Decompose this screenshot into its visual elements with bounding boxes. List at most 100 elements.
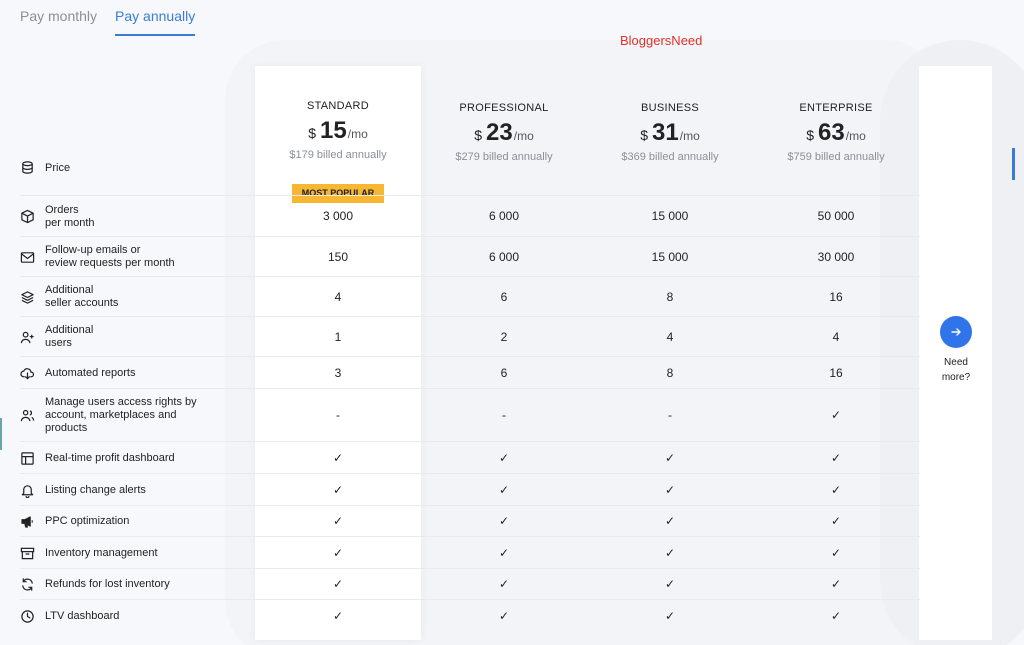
- plan-price: $ 31 /mo: [587, 119, 753, 147]
- box-icon: [21, 209, 34, 224]
- need-more-line: Need: [944, 357, 968, 368]
- megaphone-icon: [21, 516, 33, 528]
- table-cell: 15 000: [651, 209, 689, 223]
- table-cell: 16: [829, 366, 843, 380]
- billed-annually-text: $759 billed annually: [787, 151, 885, 163]
- price-amount: 31: [652, 119, 679, 146]
- feature-label-text: Manage users access rights by account, ma…: [45, 396, 197, 435]
- need-more-button[interactable]: [940, 316, 972, 348]
- table-cell: ✓: [830, 609, 842, 623]
- currency-symbol: $: [308, 125, 317, 141]
- table-cell: 30 000: [817, 250, 855, 264]
- feature-label: Listing change alerts: [20, 474, 146, 506]
- table-row: Follow-up emails or review requests per m…: [20, 236, 920, 276]
- price-period: /mo: [679, 129, 700, 143]
- billed-annually-text: $179 billed annually: [289, 149, 387, 161]
- table-cell: 3 000: [322, 209, 354, 223]
- table-cell: ✓: [498, 577, 510, 591]
- feature-label: Real-time profit dashboard: [20, 442, 175, 474]
- table-cell: ✓: [498, 609, 510, 623]
- feature-label-line: Manage users access rights by: [45, 396, 197, 408]
- bell-icon: [21, 484, 34, 498]
- table-cell: 50 000: [817, 209, 855, 223]
- table-cell: 15 000: [651, 250, 689, 264]
- feature-label-line: Additional: [45, 324, 94, 336]
- scroll-indicator[interactable]: [1012, 148, 1015, 180]
- watermark: BloggersNeed: [620, 33, 703, 48]
- plan-name: BUSINESS: [640, 102, 700, 114]
- table-cell: 1: [334, 330, 342, 344]
- feature-label: Inventory management: [20, 537, 158, 569]
- price-period: /mo: [347, 127, 368, 141]
- table-cell: ✓: [664, 577, 676, 591]
- table-cell: 6 000: [488, 209, 520, 223]
- table-cell: -: [502, 408, 506, 422]
- feature-label-line: LTV dashboard: [45, 609, 120, 622]
- table-cell: -: [336, 408, 340, 422]
- layers-icon: [21, 290, 34, 304]
- table-cell: ✓: [332, 451, 344, 465]
- feature-label-line: Additional: [45, 284, 94, 296]
- table-cell: 3: [334, 366, 342, 380]
- tab-pay-monthly[interactable]: Pay monthly: [20, 0, 97, 36]
- table-cell: ✓: [498, 483, 510, 497]
- price-label: Price: [45, 161, 71, 174]
- table-cell: ✓: [332, 546, 344, 560]
- table-cell: ✓: [830, 577, 842, 591]
- feature-label-line: Automated reports: [45, 366, 136, 379]
- need-more-line: more?: [941, 372, 971, 383]
- table-cell: 8: [666, 290, 674, 304]
- billed-annually-text: $369 billed annually: [621, 151, 719, 163]
- table-cell: ✓: [332, 483, 344, 497]
- table-row: Real-time profit dashboard ✓ ✓ ✓ ✓: [20, 441, 920, 473]
- table-cell: 4: [334, 290, 342, 304]
- table-row: LTV dashboard ✓ ✓ ✓ ✓: [20, 599, 920, 631]
- feature-label: Orders per month: [20, 196, 95, 237]
- price-period: /mo: [513, 129, 534, 143]
- feature-label-line: seller accounts: [45, 297, 119, 309]
- table-cell: ✓: [332, 609, 344, 623]
- feature-label-line: Orders: [45, 203, 79, 216]
- table-cell: -: [668, 408, 672, 422]
- feature-label-text: Inventory management: [45, 547, 158, 560]
- dashboard-icon: [21, 451, 34, 465]
- feature-label-text: Additional users: [45, 324, 93, 350]
- feature-label-text: Refunds for lost inventory: [45, 578, 170, 591]
- feature-label-line: Refunds for lost inventory: [45, 578, 170, 590]
- archive-icon: [20, 547, 35, 559]
- feature-label: LTV dashboard: [20, 600, 119, 632]
- tab-pay-annually[interactable]: Pay annually: [115, 0, 196, 36]
- price-amount: 15: [320, 117, 347, 144]
- coins-icon: [22, 161, 33, 174]
- feature-label-line: PPC optimization: [45, 515, 130, 527]
- feature-label-line: Follow-up emails or: [45, 244, 141, 256]
- table-row: Orders per month 3 000 6 000 15 000 50 000: [20, 195, 920, 236]
- feature-label: Follow-up emails or review requests per m…: [20, 237, 175, 277]
- currency-symbol: $: [640, 127, 649, 143]
- billed-annually-text: $279 billed annually: [455, 151, 553, 163]
- feature-label: PPC optimization: [20, 506, 129, 537]
- table-cell: 6 000: [488, 250, 520, 264]
- feature-label-line: Inventory management: [45, 546, 158, 559]
- arrow-right-icon: [951, 328, 961, 336]
- table-cell: 150: [327, 250, 349, 264]
- cloud-download-icon: [20, 367, 35, 380]
- price-row-label: Price: [20, 160, 70, 175]
- table-cell: ✓: [664, 609, 676, 623]
- table-cell: ✓: [664, 514, 676, 528]
- table-row: Automated reports 3 6 8 16: [20, 356, 920, 388]
- table-cell: ✓: [830, 514, 842, 528]
- billing-tabs: Pay monthly Pay annually: [20, 0, 196, 36]
- table-cell: ✓: [664, 483, 676, 497]
- table-cell: ✓: [498, 451, 510, 465]
- table-cell: 2: [500, 330, 508, 344]
- plan-price: $ 23 /mo: [421, 119, 587, 147]
- table-row: Manage users access rights by account, ma…: [20, 388, 920, 441]
- feature-label-line: Real-time profit dashboard: [45, 451, 175, 464]
- table-cell: ✓: [498, 514, 510, 528]
- table-row: Listing change alerts ✓ ✓ ✓ ✓: [20, 473, 920, 505]
- table-cell: ✓: [830, 408, 842, 422]
- feature-label-line: account, marketplaces and: [45, 409, 177, 421]
- table-cell: ✓: [332, 577, 344, 591]
- feature-label-text: Orders per month: [45, 204, 95, 230]
